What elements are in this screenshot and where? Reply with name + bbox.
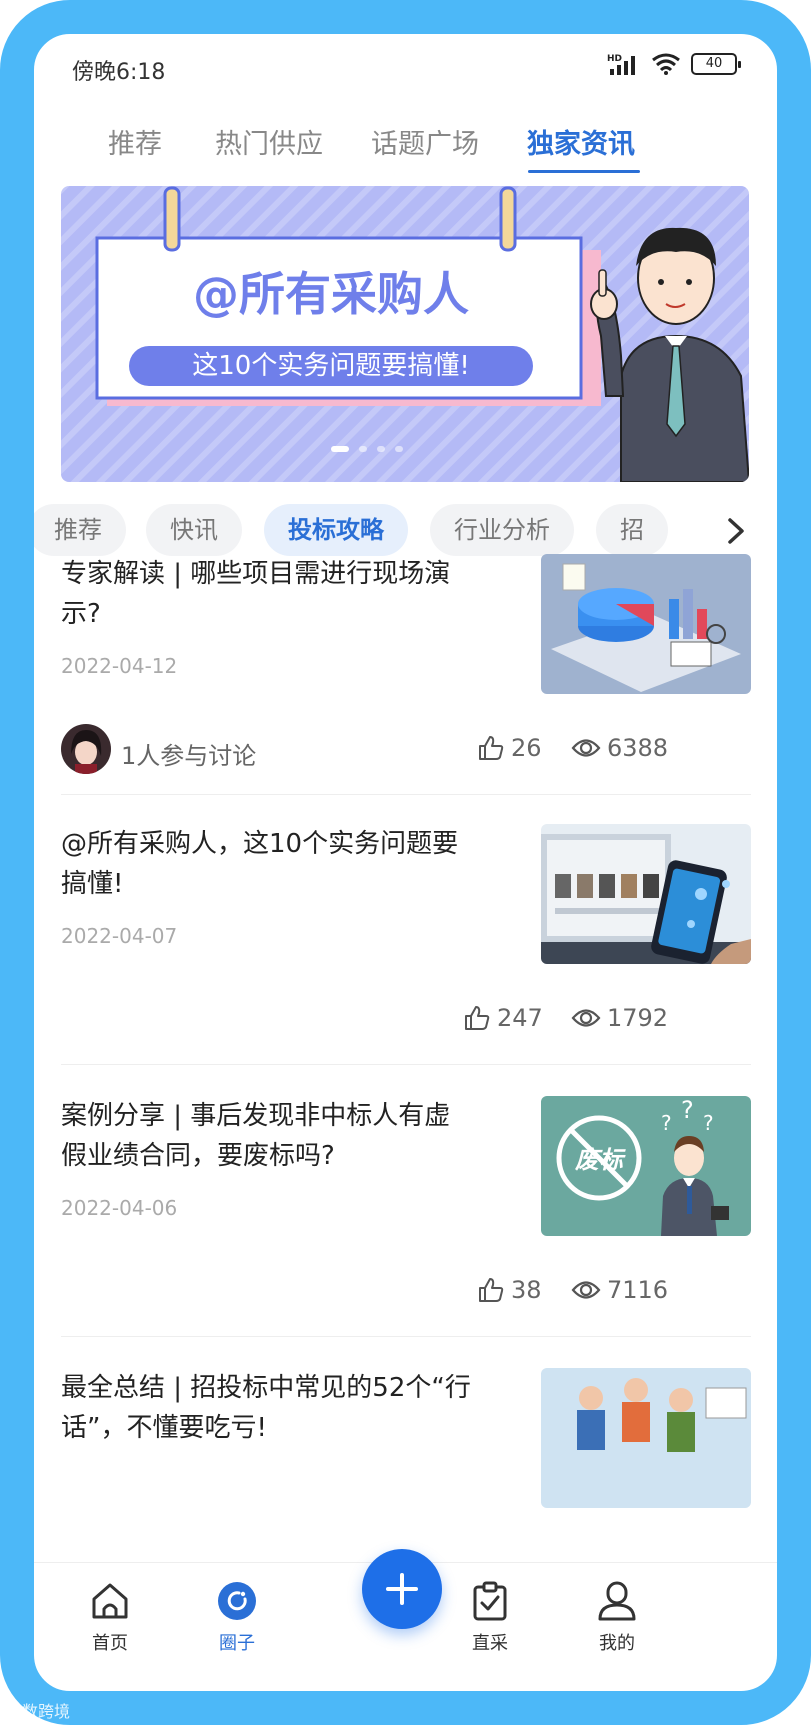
- eye-icon: [571, 739, 601, 757]
- divider: [61, 1336, 751, 1337]
- article-meta: 247 1792: [61, 994, 751, 1050]
- network-type-label: HD: [607, 54, 622, 64]
- profile-icon: [598, 1581, 636, 1621]
- thumbnail-image: [541, 1368, 751, 1508]
- article-thumbnail[interactable]: [541, 824, 751, 964]
- tab-topic-plaza[interactable]: 话题广场: [371, 122, 479, 161]
- article-meta: 38 7116: [61, 1266, 751, 1322]
- chip-industry-analysis[interactable]: 行业分析: [430, 504, 574, 556]
- status-icons: HD 40: [607, 52, 741, 76]
- thumbs-up-icon: [479, 1278, 504, 1302]
- thumbs-up-icon: [479, 736, 504, 760]
- status-bar: 傍晚6:18 HD 40: [34, 34, 777, 104]
- thumbnail-image: 废标 ? ? ?: [541, 1096, 751, 1236]
- nav-home[interactable]: 首页: [60, 1581, 160, 1655]
- circle-icon: [218, 1582, 256, 1620]
- nav-direct-purchase[interactable]: 直采: [440, 1581, 540, 1655]
- banner-subtitle: 这10个实务问题要搞懂!: [129, 346, 533, 386]
- nav-direct-purchase-label: 直采: [472, 1633, 508, 1654]
- thumbs-up-icon: [465, 1006, 490, 1030]
- avatar-image: [61, 724, 111, 774]
- like-stat[interactable]: 38: [477, 1276, 542, 1304]
- home-icon: [92, 1583, 128, 1619]
- nav-profile[interactable]: 我的: [567, 1581, 667, 1655]
- view-count: 6388: [607, 734, 669, 762]
- carousel-dot[interactable]: [377, 446, 385, 452]
- battery-icon: 40: [691, 53, 741, 75]
- chip-recommend[interactable]: 推荐: [34, 504, 126, 556]
- phone-frame: 傍晚6:18 HD 40 推荐 热门供应 话题广场 独家资讯 @所有采购人 这1…: [0, 0, 811, 1725]
- article-card[interactable]: 最全总结 | 招投标中常见的52个“行话”，不懂要吃亏!: [61, 1368, 751, 1568]
- article-meta: 1人参与讨论 26 6388: [61, 724, 751, 780]
- eye-icon: [571, 1281, 601, 1299]
- like-stat[interactable]: 247: [463, 1004, 543, 1032]
- clipboard-icon: [473, 1581, 507, 1621]
- active-tab-indicator: [528, 170, 640, 173]
- article-title[interactable]: @所有采购人，这10个实务问题要搞懂!: [61, 824, 471, 904]
- signal-icon: HD: [607, 54, 635, 75]
- promo-banner[interactable]: @所有采购人 这10个实务问题要搞懂!: [61, 186, 749, 482]
- article-title[interactable]: 案例分享 | 事后发现非中标人有虚假业绩合同，要废标吗?: [61, 1096, 471, 1176]
- chevron-right-icon[interactable]: [723, 516, 749, 546]
- status-time: 傍晚6:18: [72, 60, 166, 85]
- nav-circle-label: 圈子: [219, 1633, 255, 1654]
- nav-home-label: 首页: [92, 1633, 128, 1654]
- view-count: 7116: [607, 1276, 669, 1304]
- view-stat: 6388: [571, 734, 668, 762]
- question-marks: ?: [681, 1096, 694, 1124]
- article-thumbnail[interactable]: 废标 ? ? ?: [541, 1096, 751, 1236]
- carousel-dot[interactable]: [395, 446, 403, 452]
- chip-bidding-strategy[interactable]: 投标攻略: [264, 504, 408, 556]
- banner-title: @所有采购人: [193, 267, 469, 321]
- article-date: 2022-04-12: [61, 654, 178, 678]
- tab-recommend[interactable]: 推荐: [108, 122, 162, 161]
- view-count: 1792: [607, 1004, 669, 1032]
- banner-illustration: [61, 186, 749, 482]
- app-screen: 傍晚6:18 HD 40 推荐 热门供应 话题广场 独家资讯 @所有采购人 这1…: [34, 34, 777, 1691]
- divider: [61, 794, 751, 795]
- eye-icon: [571, 1009, 601, 1027]
- nav-circle[interactable]: 圈子: [187, 1581, 287, 1655]
- article-date: 2022-04-07: [61, 924, 178, 948]
- void-bid-label: 废标: [574, 1146, 626, 1174]
- article-date: 2022-04-06: [61, 1196, 178, 1220]
- tab-hot-supply[interactable]: 热门供应: [215, 122, 323, 161]
- carousel-dot[interactable]: [359, 446, 367, 452]
- article-title[interactable]: 最全总结 | 招投标中常见的52个“行话”，不懂要吃亏!: [61, 1368, 471, 1448]
- bottom-navigation: 首页 圈子 直采 我的: [34, 1549, 777, 1691]
- question-marks: ?: [703, 1111, 714, 1135]
- chip-more[interactable]: 招: [596, 504, 668, 556]
- discussion-count[interactable]: 1人参与讨论: [121, 736, 256, 771]
- thumbnail-image: [541, 824, 751, 964]
- add-post-button[interactable]: [362, 1549, 442, 1629]
- thumbnail-image: [541, 554, 751, 694]
- watermark: 大数跨境: [6, 1702, 71, 1721]
- chip-flash-news[interactable]: 快讯: [146, 504, 242, 556]
- carousel-dot[interactable]: [331, 446, 349, 452]
- article-thumbnail[interactable]: [541, 1368, 751, 1508]
- like-stat[interactable]: 26: [477, 734, 542, 762]
- carousel-indicator: [331, 446, 403, 452]
- article-title[interactable]: 专家解读 | 哪些项目需进行现场演示?: [61, 554, 471, 634]
- avatar[interactable]: [61, 724, 111, 774]
- question-marks: ?: [661, 1111, 672, 1135]
- wifi-icon: [652, 53, 680, 75]
- like-count: 247: [497, 1004, 543, 1032]
- divider: [61, 1064, 751, 1065]
- tab-exclusive-news[interactable]: 独家资讯: [527, 122, 635, 161]
- view-stat: 7116: [571, 1276, 668, 1304]
- top-tabs: 推荐 热门供应 话题广场 独家资讯: [34, 122, 777, 192]
- article-thumbnail[interactable]: [541, 554, 751, 694]
- view-stat: 1792: [571, 1004, 668, 1032]
- like-count: 26: [511, 734, 542, 762]
- like-count: 38: [511, 1276, 542, 1304]
- nav-profile-label: 我的: [599, 1633, 635, 1654]
